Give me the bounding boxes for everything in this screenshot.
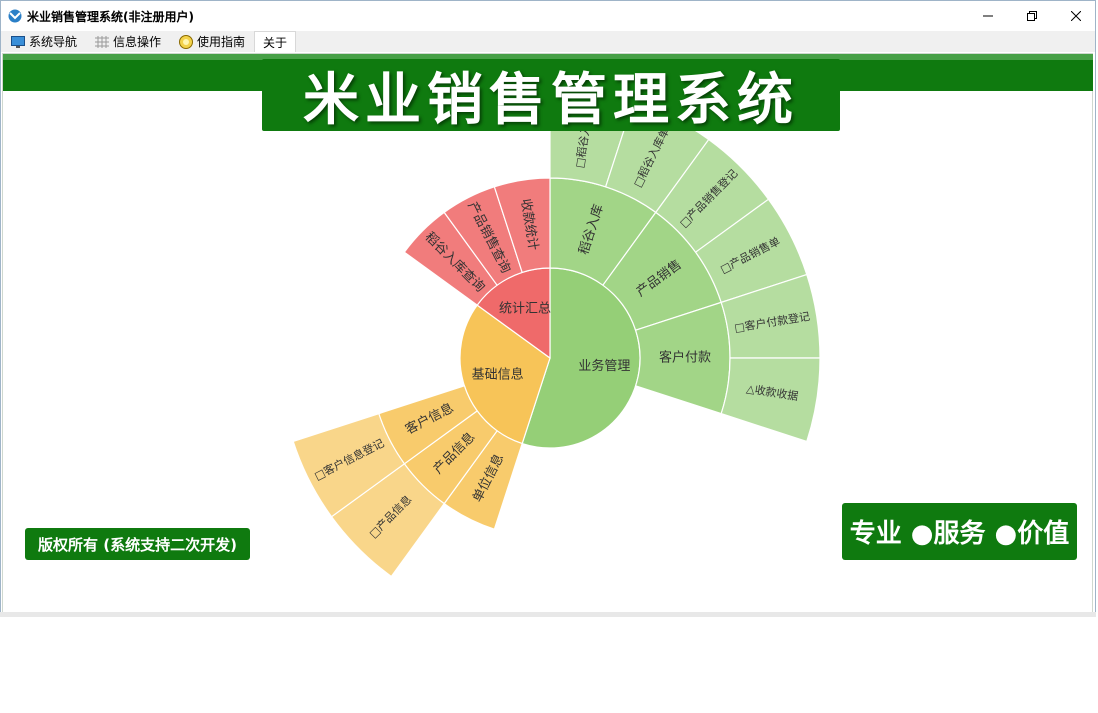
sunburst-label: 业务管理	[578, 358, 630, 374]
app-title: 米业销售管理系统	[303, 67, 799, 133]
sunburst-label: 基础信息	[472, 366, 524, 382]
sunburst-label: 统计汇总	[499, 301, 551, 316]
slogan-badge: 专业 ●服务 ●价值	[842, 503, 1077, 560]
copyright-badge: 版权所有 (系统支持二次开发)	[25, 528, 250, 560]
window-bottom-edge	[0, 612, 1096, 617]
sunburst-segment[interactable]	[720, 357, 821, 443]
sunburst-label: 客户付款	[659, 350, 711, 366]
app-title-banner: 米业销售管理系统	[262, 59, 840, 133]
